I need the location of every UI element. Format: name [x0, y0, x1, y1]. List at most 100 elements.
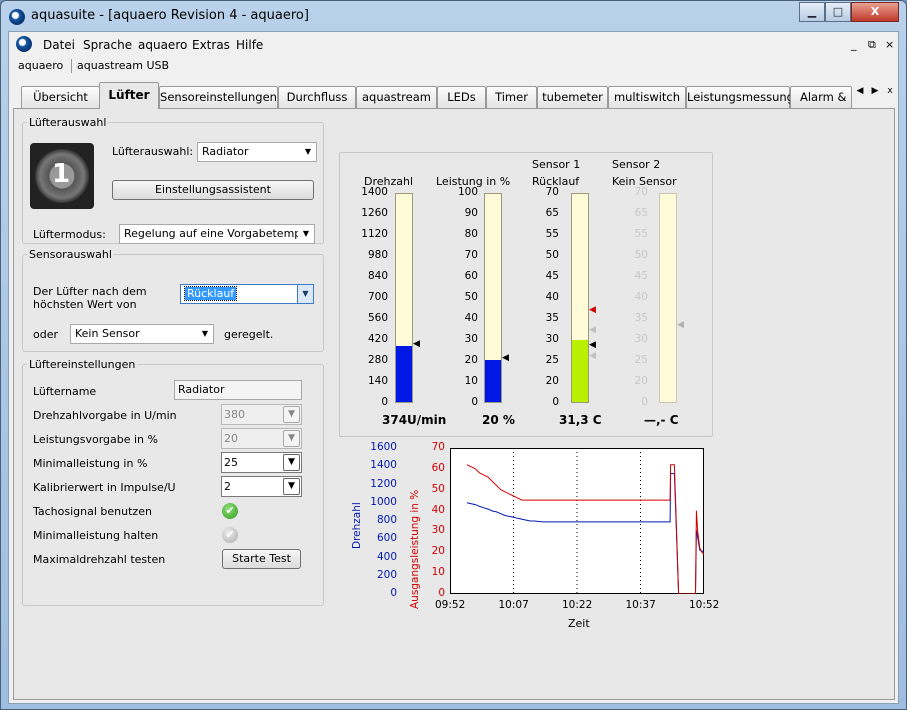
chevron-down-icon[interactable]: ▼ — [300, 143, 316, 161]
chevron-down-icon[interactable]: ▼ — [283, 478, 300, 495]
fan-mode-combo[interactable]: Regelung auf eine Vorgabetemperatı ▼ — [119, 224, 315, 244]
sensor-text-1: Der Lüfter nach dem — [33, 285, 147, 298]
device-aquastream-usb[interactable]: aquastream USB — [77, 59, 169, 72]
tab-luefter[interactable]: Lüfter — [99, 82, 159, 109]
maximize-button[interactable]: □ — [825, 2, 851, 22]
x-tick-label: 09:52 — [435, 599, 466, 611]
fan-select-combo[interactable]: Radiator ▼ — [197, 142, 317, 162]
tab-tubemeter[interactable]: tubemeter — [537, 86, 608, 108]
gauge-tick-label: 420 — [367, 333, 388, 345]
menu-hilfe[interactable]: Hilfe — [236, 38, 263, 52]
gauge-tick-label: 50 — [634, 249, 648, 261]
chevron-down-icon[interactable]: ▼ — [197, 325, 213, 343]
gauge-tick-label: 100 — [457, 186, 478, 198]
gauge-tick-label: 60 — [464, 270, 478, 282]
gauge-tick-label: 1120 — [361, 228, 388, 240]
tab-durchfluss[interactable]: Durchfluss — [278, 86, 356, 108]
document-icon[interactable] — [16, 36, 32, 52]
fan-name-field[interactable]: Radiator — [174, 380, 302, 400]
y-left-tick-label: 600 — [376, 532, 397, 545]
hold-min-check-icon[interactable]: ✔ — [222, 527, 238, 543]
sensor2-gauge-bar — [659, 193, 677, 403]
sensor1-gauge-fill — [572, 340, 588, 402]
y-left-tick-label: 800 — [376, 514, 397, 526]
window-title: aquasuite - [aquaero Revision 4 - aquaer… — [31, 8, 309, 23]
tab-aquastream[interactable]: aquastream — [356, 86, 437, 108]
power-gauge-fill — [485, 360, 501, 402]
tab-multiswitch[interactable]: multiswitch — [608, 86, 686, 108]
tab-close-icon[interactable]: x — [883, 86, 897, 96]
chevron-down-icon[interactable]: ▼ — [297, 285, 313, 303]
gauge-tick-label: 70 — [464, 249, 478, 261]
tacho-check-icon[interactable]: ✔ — [222, 503, 238, 519]
gauge-tick-label: 70 — [545, 186, 559, 198]
gauge-tick-label: 20 — [634, 375, 648, 387]
rpm-gauge-bar — [395, 193, 413, 403]
min-power-label: Minimalleistung in % — [33, 457, 148, 470]
menu-aquaero[interactable]: aquaero — [138, 38, 187, 52]
device-aquaero[interactable]: aquaero — [18, 59, 63, 72]
mdi-close-button[interactable]: × — [885, 38, 894, 51]
tab-scroll-left-icon[interactable]: ◀ — [853, 86, 867, 96]
sensor1-alarm-marker-icon: ◀ — [589, 305, 596, 315]
gauge-tick-label: 70 — [634, 186, 648, 198]
client-area: Datei Sprache aquaero Extras Hilfe _ ⧉ ×… — [8, 31, 899, 704]
sensor-suffix-label: geregelt. — [224, 328, 274, 341]
gauge-tick-label: 45 — [545, 270, 559, 282]
gauge-tick-label: 700 — [367, 291, 388, 303]
menu-datei[interactable]: Datei — [43, 38, 75, 52]
calibration-stepper[interactable]: 2 ▼ — [221, 476, 302, 497]
gauge-tick-label: 35 — [545, 312, 559, 324]
chevron-down-icon: ▼ — [283, 406, 300, 423]
fan-select-group: Lüfterauswahl 1 Lüfterauswahl: Radiator … — [22, 116, 324, 244]
mdi-minimize-button[interactable]: _ — [851, 38, 857, 51]
y-right-tick-label: 60 — [431, 461, 445, 474]
chevron-down-icon[interactable]: ▼ — [298, 225, 314, 243]
menu-extras[interactable]: Extras — [192, 38, 230, 52]
title-bar[interactable]: aquasuite - [aquaero Revision 4 - aquaer… — [1, 1, 906, 31]
gauge-tick-label: 80 — [464, 228, 478, 240]
gauge-tick-label: 40 — [464, 312, 478, 324]
sensor1-marker-icon: ◀ — [589, 325, 596, 335]
gauge-tick-label: 0 — [471, 396, 478, 408]
power-setpoint-label: Leistungsvorgabe in % — [33, 433, 158, 446]
fan-select-label: Lüfterauswahl: — [112, 145, 194, 158]
sensor-select-legend: Sensorauswahl — [29, 248, 112, 261]
tab-sensoreinstellungen[interactable]: Sensoreinstellungen — [159, 86, 278, 108]
y-left-tick-label: 1000 — [370, 495, 397, 508]
gauge-tick-label: 1400 — [361, 186, 388, 198]
x-tick-label: 10:37 — [625, 599, 656, 611]
tab-leistungsmessung[interactable]: Leistungsmessung — [686, 86, 794, 108]
tab-timer[interactable]: Timer — [486, 86, 537, 108]
fan-settings-legend: Lüftereinstellungen — [29, 358, 136, 371]
min-power-stepper[interactable]: 25 ▼ — [221, 452, 302, 473]
fan-settings-group: Lüftereinstellungen Lüftername Radiator … — [22, 358, 324, 606]
chevron-down-icon[interactable]: ▼ — [283, 454, 300, 471]
close-button[interactable]: X — [851, 2, 899, 22]
gauge-tick-label: 30 — [545, 333, 559, 345]
sensor1-setpoint-marker-icon: ◀ — [589, 340, 596, 350]
gauge-tick-label: 280 — [367, 354, 388, 366]
tab-uebersicht[interactable]: Übersicht — [21, 86, 100, 108]
y-left-tick-label: 400 — [376, 550, 397, 563]
gauge-tick-label: 35 — [634, 312, 648, 324]
gauge-tick-label: 65 — [634, 207, 648, 219]
hold-min-label: Minimalleistung halten — [33, 529, 159, 542]
tab-scroll-right-icon[interactable]: ▶ — [868, 86, 882, 96]
start-test-button[interactable]: Starte Test — [222, 549, 301, 569]
sensor2-marker-icon: ◀ — [677, 320, 684, 330]
gauge-tick-label: 1260 — [361, 207, 388, 219]
tab-leds[interactable]: LEDs — [437, 86, 486, 108]
tab-alarm[interactable]: Alarm & R — [790, 86, 852, 108]
minimize-button[interactable]: ▁ — [799, 2, 825, 22]
fan-number: 1 — [52, 159, 71, 189]
sensor2-combo[interactable]: Kein Sensor ▼ — [70, 324, 214, 344]
sensor1-combo[interactable]: Rücklauf ▼ — [180, 284, 314, 304]
y-left-tick-label: 1600 — [370, 441, 397, 453]
assistant-button[interactable]: Einstellungsassistent — [112, 180, 314, 200]
menu-bar: Datei Sprache aquaero Extras Hilfe _ ⧉ × — [9, 32, 898, 56]
menu-sprache[interactable]: Sprache — [83, 38, 132, 52]
gauge-tick-label: 20 — [545, 375, 559, 387]
gauge-tick-label: 50 — [464, 291, 478, 303]
mdi-restore-button[interactable]: ⧉ — [868, 38, 876, 52]
